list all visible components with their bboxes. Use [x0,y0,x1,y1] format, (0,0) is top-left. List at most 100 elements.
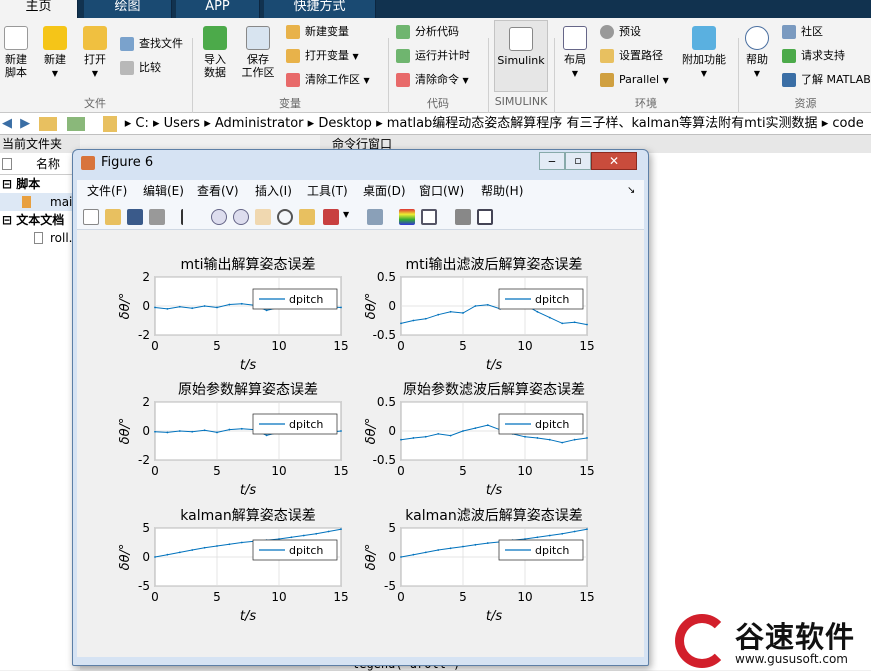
x-tick-label: 15 [579,464,594,478]
print-icon[interactable] [149,209,165,225]
breadcrumb-item[interactable]: Users [164,116,200,131]
x-axis-label: t/s [240,609,256,624]
data-point [154,556,156,558]
menu-help[interactable]: 帮助(H) [481,180,523,202]
parallel-button[interactable]: Parallel ▼ [600,70,669,90]
set-path-button[interactable]: 设置路径 [600,46,663,66]
maximize-button[interactable]: ▫ [565,152,591,170]
up-folder-icon[interactable] [39,116,58,131]
link-plot-icon[interactable] [367,209,383,225]
list-item[interactable]: roll. [0,229,80,247]
legend-label: dpitch [535,544,569,557]
figure-title-bar[interactable]: Figure 6 ‒ ▫ ✕ [73,150,648,177]
request-support-button[interactable]: 请求支持 [782,46,845,66]
breadcrumb-item[interactable]: code [832,116,863,131]
data-point [474,543,477,546]
zoom-out-icon[interactable] [233,209,249,225]
new-script-button[interactable]: 新建 脚本 [2,26,30,79]
import-data-button[interactable]: 导入 数据 [200,26,230,79]
show-plot-tools-icon[interactable] [477,209,493,225]
close-button[interactable]: ✕ [591,152,637,170]
menu-desktop[interactable]: 桌面(D) [363,180,406,202]
collapse-icon[interactable]: ⊟ [2,177,12,191]
section-text-docs[interactable]: ⊟ 文本文档 [0,211,80,229]
open-file-icon[interactable] [105,209,121,225]
analyze-code-button[interactable]: 分析代码 [396,22,459,42]
breadcrumb-item[interactable]: Desktop [318,116,372,131]
menu-insert[interactable]: 插入(I) [255,180,292,202]
menu-edit[interactable]: 编辑(E) [143,180,184,202]
insert-colorbar-icon[interactable] [399,209,415,225]
new-figure-icon[interactable] [83,209,99,225]
section-scripts[interactable]: ⊟ 脚本 [0,175,80,193]
layout-button[interactable]: 布局 ▼ [560,26,590,80]
logo-url: www.gususoft.com [735,652,848,666]
data-point [265,434,268,437]
run-and-time-button[interactable]: 运行并计时 [396,46,470,66]
chevron-down-icon: ▼ [753,69,761,78]
data-point [302,534,305,537]
brush-icon[interactable] [323,209,339,225]
insert-legend-icon[interactable] [421,209,437,225]
breadcrumb-item[interactable]: Administrator [215,116,304,131]
addons-button[interactable]: 附加功能 ▼ [680,26,728,80]
save-workspace-button[interactable]: 保存 工作区 [240,26,276,79]
x-tick-label: 5 [459,339,467,353]
data-point [154,430,156,433]
group-simulink-label: SIMULINK [494,95,548,108]
community-button[interactable]: 社区 [782,22,823,42]
dock-arrow-icon[interactable]: ↘ [627,180,635,202]
gear-icon [600,25,614,39]
column-header-name[interactable]: 名称 [0,153,80,175]
find-files-button[interactable]: 查找文件 [120,34,183,54]
tab-shortcuts[interactable]: 快捷方式 [264,0,376,18]
simulink-button[interactable]: Simulink [494,20,548,92]
new-button[interactable]: 新建 ▼ [40,26,70,80]
y-tick-label: 0.5 [377,270,396,284]
breadcrumb-item[interactable]: C: [135,116,148,131]
back-icon[interactable]: ◀ [0,113,14,134]
list-item[interactable]: mai [0,193,80,211]
select-arrow-icon[interactable] [181,209,197,225]
data-point [203,429,206,432]
menu-file[interactable]: 文件(F) [87,180,127,202]
menu-view[interactable]: 查看(V) [197,180,239,202]
menu-window[interactable]: 窗口(W) [419,180,464,202]
browse-folder-icon[interactable] [67,116,86,131]
open-button[interactable]: 打开 ▼ [80,26,110,80]
help-button[interactable]: 帮助 ▼ [742,26,772,80]
address-bar[interactable]: ◀ ▶ ▸ C: ▸ Users ▸ Administrator ▸ Deskt… [0,113,871,135]
x-axis-label: t/s [486,609,502,624]
clear-workspace-button[interactable]: 清除工作区 ▼ [286,70,370,90]
y-tick-label: -0.5 [373,453,396,467]
minimize-button[interactable]: ‒ [539,152,565,170]
forward-icon[interactable]: ▶ [18,113,32,134]
pan-hand-icon[interactable] [255,209,271,225]
data-point [240,541,243,544]
tab-home[interactable]: 主页 [0,0,78,18]
learn-matlab-button[interactable]: 了解 MATLAB [782,70,871,90]
open-variable-button[interactable]: 打开变量 ▼ [286,46,359,66]
y-tick-label: 0 [142,299,150,313]
collapse-icon[interactable]: ⊟ [2,213,12,227]
data-cursor-icon[interactable] [299,209,315,225]
clear-commands-button[interactable]: 清除命令 ▼ [396,70,469,90]
subplots-svg: 0 5 10 15-202mti输出解算姿态误差t/sδθ/° dpitch0 5 10 15… [118,257,595,624]
menu-tools[interactable]: 工具(T) [307,180,348,202]
rotate-3d-icon[interactable] [277,209,293,225]
data-point [462,312,464,314]
compare-button[interactable]: 比较 [120,58,161,78]
plus-icon [43,26,67,50]
tab-plots[interactable]: 绘图 [84,0,172,18]
tab-apps[interactable]: APP [176,0,260,18]
data-point [228,428,231,431]
hide-plot-tools-icon[interactable] [455,209,471,225]
preferences-button[interactable]: 预设 [600,22,641,42]
chevron-down-icon[interactable]: ▼ [343,210,349,219]
data-point [216,306,218,309]
breadcrumb-item[interactable]: matlab编程动态姿态解算程序 有三子样、kalman等算法附有mti实测数据 [387,116,818,131]
zoom-in-icon[interactable] [211,209,227,225]
figure-window[interactable]: Figure 6 ‒ ▫ ✕ 文件(F) 编辑(E) 查看(V) 插入(I) 工… [72,149,649,666]
save-icon[interactable] [127,209,143,225]
new-variable-button[interactable]: 新建变量 [286,22,349,42]
